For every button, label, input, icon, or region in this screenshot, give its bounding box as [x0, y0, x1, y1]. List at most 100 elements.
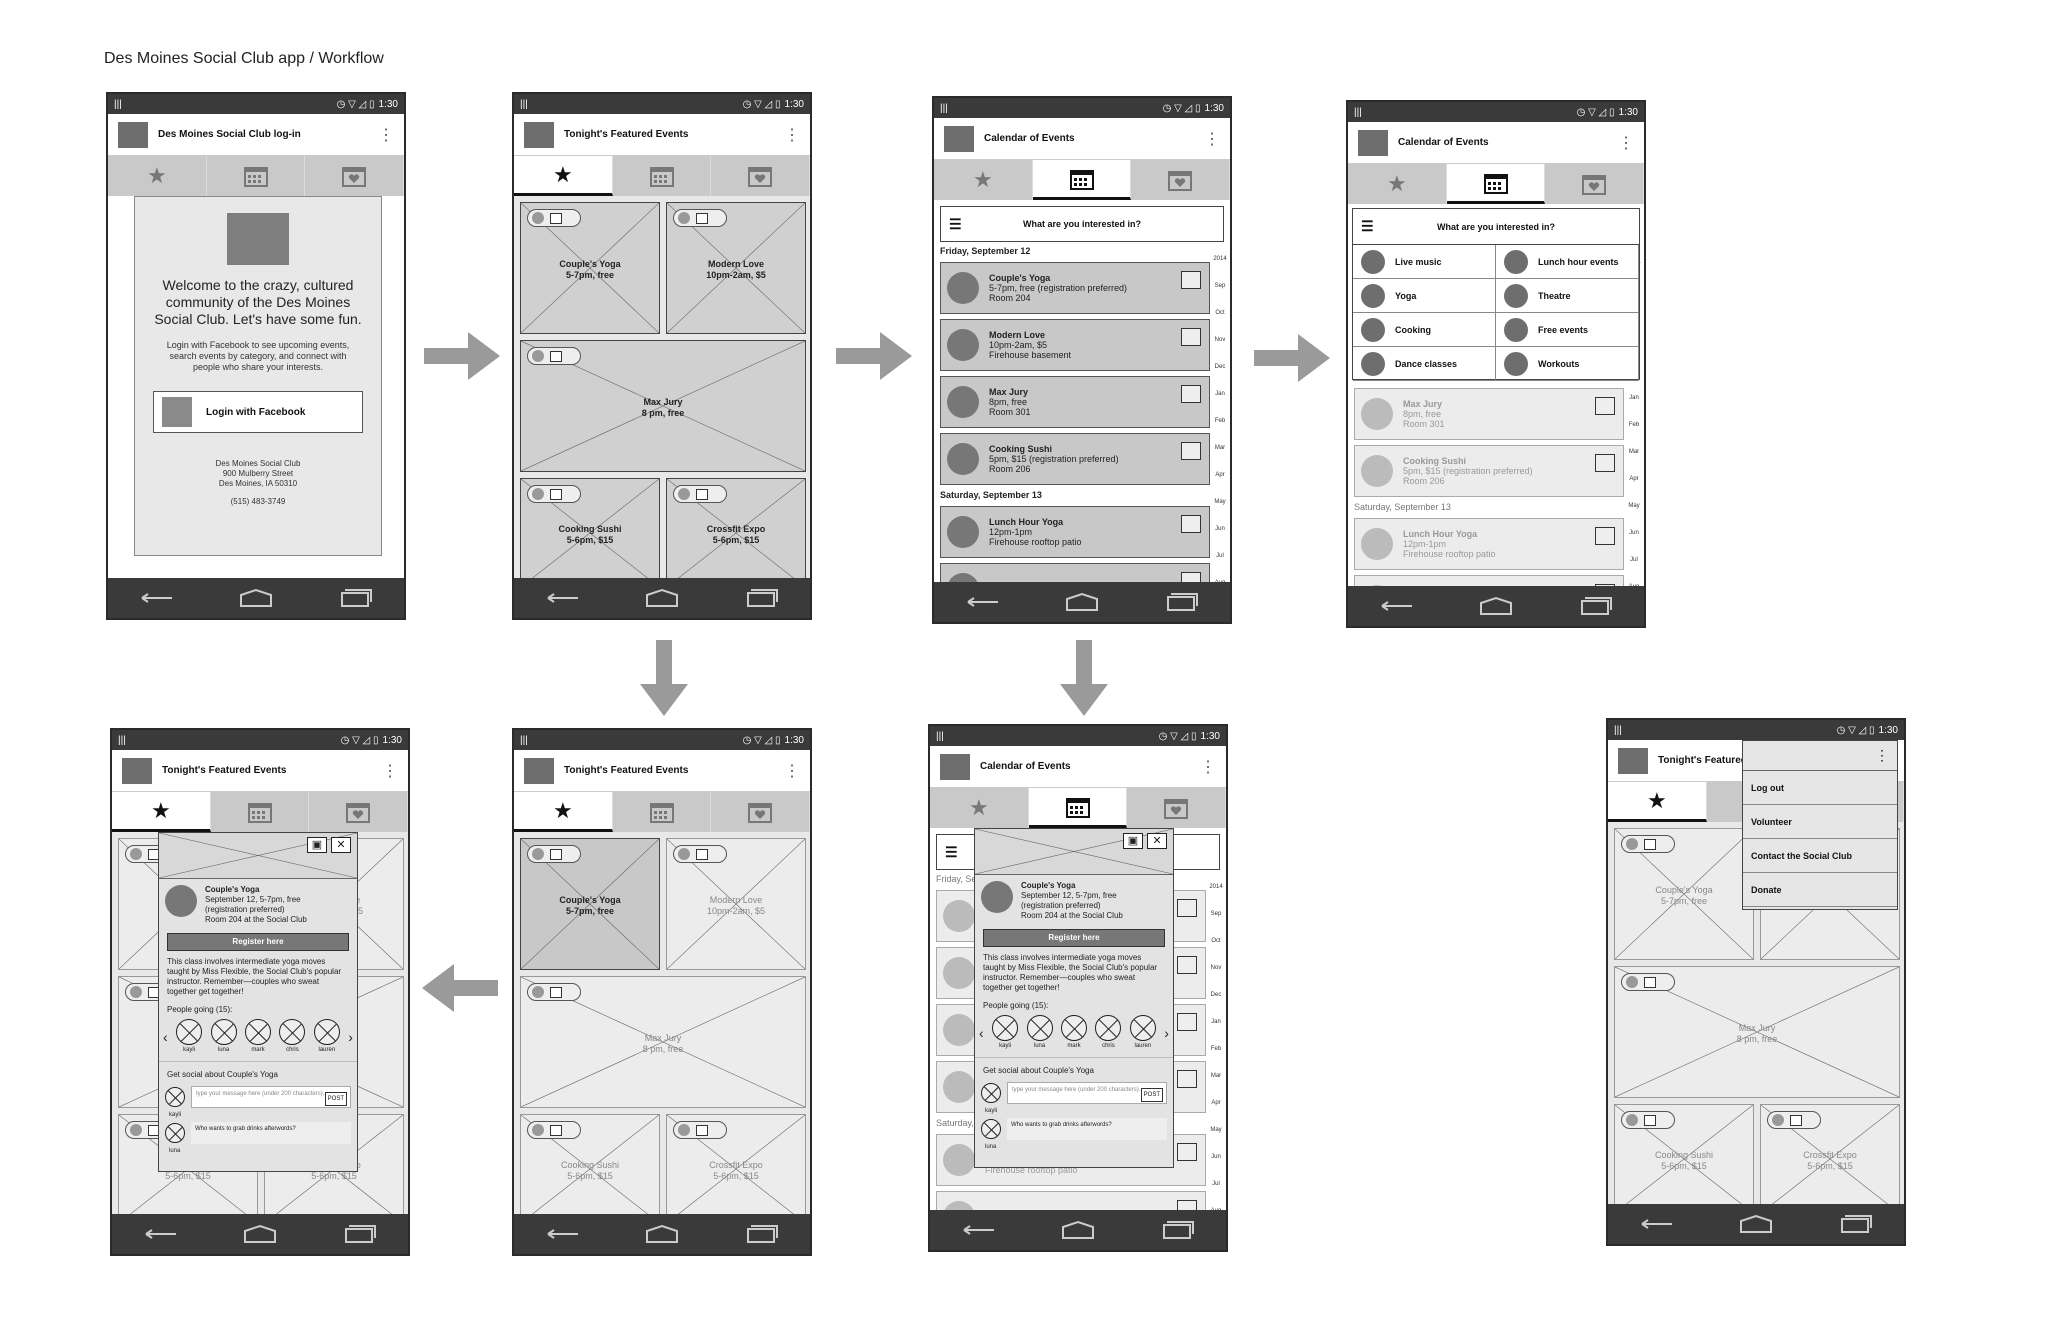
recents-icon[interactable]	[742, 1223, 780, 1245]
event-toggle[interactable]	[527, 485, 581, 503]
add-calendar-icon[interactable]	[1181, 328, 1201, 346]
event-toggle[interactable]	[673, 845, 727, 863]
recents-icon[interactable]	[340, 1223, 378, 1245]
event-toggle[interactable]	[527, 209, 581, 227]
person-avatar[interactable]: kayli	[176, 1019, 203, 1055]
tab-favorites[interactable]	[309, 792, 408, 832]
add-calendar-icon[interactable]	[1181, 572, 1201, 582]
home-icon[interactable]	[1063, 591, 1101, 613]
overflow-menu-icon[interactable]: ⋮	[1875, 747, 1889, 763]
event-tile[interactable]: Max Jury8 pm, free	[1614, 966, 1900, 1098]
person-avatar[interactable]: kayli	[992, 1015, 1019, 1051]
event-tile[interactable]: Modern Love10pm-2am, $5	[666, 202, 806, 334]
person-avatar[interactable]: mark	[1060, 1015, 1087, 1051]
tab-favorites[interactable]	[711, 792, 810, 832]
tab-featured[interactable]: ★	[1348, 164, 1447, 204]
person-avatar[interactable]: lauren	[1129, 1015, 1156, 1051]
person-avatar[interactable]: luna	[210, 1019, 237, 1055]
home-icon[interactable]	[1477, 595, 1515, 617]
add-calendar-icon[interactable]	[1595, 527, 1615, 545]
add-calendar-icon[interactable]	[1177, 1070, 1197, 1088]
add-calendar-icon[interactable]: ▣	[1123, 833, 1143, 849]
interest-search[interactable]: ☰What are you interested in?	[940, 206, 1224, 242]
tab-featured[interactable]: ★	[930, 788, 1029, 828]
home-icon[interactable]	[241, 1223, 279, 1245]
tab-calendar[interactable]	[613, 792, 712, 832]
event-toggle[interactable]	[1621, 973, 1675, 991]
event-toggle[interactable]	[1621, 1111, 1675, 1129]
tab-favorites[interactable]	[1545, 164, 1644, 204]
tab-calendar[interactable]	[211, 792, 310, 832]
add-calendar-icon[interactable]	[1177, 1143, 1197, 1161]
back-icon[interactable]	[138, 587, 176, 609]
post-button[interactable]: POST	[324, 1092, 347, 1106]
event-row[interactable]: Couple's Yoga	[940, 563, 1210, 582]
event-row[interactable]: Max Jury8pm, freeRoom 301	[940, 376, 1210, 428]
add-calendar-icon[interactable]	[1177, 1200, 1197, 1210]
event-toggle[interactable]	[527, 845, 581, 863]
tab-calendar[interactable]	[1446, 164, 1546, 204]
month-scroller[interactable]: 2014 Sep Oct Nov Dec Jan Feb Mar Apr May Jun Jul Aug	[1206, 874, 1226, 1210]
overflow-menu-icon[interactable]: ⋮	[784, 125, 800, 145]
category-option[interactable]: Theatre	[1496, 279, 1639, 313]
tab-featured[interactable]: ★	[112, 792, 211, 832]
category-option[interactable]: Workouts	[1496, 347, 1639, 381]
add-calendar-icon[interactable]	[1177, 899, 1197, 917]
event-tile[interactable]: Cooking Sushi5-6pm, $15	[1614, 1104, 1754, 1204]
back-icon[interactable]	[544, 1223, 582, 1245]
menu-item[interactable]: Contact the Social Club	[1743, 839, 1897, 873]
tab-featured[interactable]: ★	[934, 160, 1033, 200]
back-icon[interactable]	[960, 1219, 998, 1241]
tab-favorites[interactable]	[1131, 160, 1230, 200]
person-avatar[interactable]: mark	[244, 1019, 271, 1055]
category-option[interactable]: Free events	[1496, 313, 1639, 347]
overflow-menu-icon[interactable]: ⋮	[382, 761, 398, 781]
back-icon[interactable]	[544, 587, 582, 609]
recents-icon[interactable]	[336, 587, 374, 609]
chevron-right-icon[interactable]: ›	[1164, 1026, 1169, 1040]
back-icon[interactable]	[1378, 595, 1416, 617]
tab-featured[interactable]: ★	[514, 792, 613, 832]
person-avatar[interactable]: lauren	[313, 1019, 340, 1055]
home-icon[interactable]	[643, 1223, 681, 1245]
recents-icon[interactable]	[1576, 595, 1614, 617]
event-tile[interactable]: Modern Love10pm-2am, $5	[666, 838, 806, 970]
event-toggle[interactable]	[1767, 1111, 1821, 1129]
event-toggle[interactable]	[527, 983, 581, 1001]
tab-featured[interactable]: ★	[108, 156, 207, 196]
chevron-left-icon[interactable]: ‹	[163, 1030, 168, 1044]
event-tile[interactable]: Crossfit Expo5-6pm, $15	[666, 478, 806, 578]
back-icon[interactable]	[142, 1223, 180, 1245]
category-option[interactable]: Yoga	[1353, 279, 1496, 313]
category-option[interactable]: Lunch hour events	[1496, 245, 1639, 279]
register-button[interactable]: Register here	[167, 933, 349, 951]
event-toggle[interactable]	[673, 209, 727, 227]
event-tile[interactable]: Crossfit Expo5-6pm, $15	[1760, 1104, 1900, 1204]
menu-item[interactable]: Log out	[1743, 771, 1897, 805]
category-option[interactable]: Cooking	[1353, 313, 1496, 347]
recents-icon[interactable]	[1836, 1213, 1874, 1235]
event-toggle[interactable]	[673, 485, 727, 503]
overflow-menu-icon[interactable]: ⋮	[378, 125, 394, 145]
chevron-right-icon[interactable]: ›	[348, 1030, 353, 1044]
register-button[interactable]: Register here	[983, 929, 1165, 947]
recents-icon[interactable]	[742, 587, 780, 609]
event-row[interactable]: Lunch Hour Yoga12pm-1pmFirehouse rooftop…	[940, 506, 1210, 558]
event-tile[interactable]: Couple's Yoga5-7pm, free	[520, 202, 660, 334]
close-icon[interactable]: ✕	[1147, 833, 1167, 849]
add-calendar-icon[interactable]	[1181, 271, 1201, 289]
event-row[interactable]: Couple's Yoga	[936, 1191, 1206, 1210]
overflow-menu-icon[interactable]: ⋮	[1204, 129, 1220, 149]
overflow-menu-icon[interactable]: ⋮	[1618, 133, 1634, 153]
event-tile[interactable]: Couple's Yoga5-7pm, free	[520, 838, 660, 970]
event-tile[interactable]: Crossfit Expo5-6pm, $15	[666, 1114, 806, 1214]
close-icon[interactable]: ✕	[331, 837, 351, 853]
tab-featured[interactable]: ★	[1608, 782, 1707, 822]
comment-input[interactable]: type your message here (under 200 charac…	[191, 1086, 351, 1108]
home-icon[interactable]	[1059, 1219, 1097, 1241]
overflow-menu-icon[interactable]: ⋮	[1200, 757, 1216, 777]
add-calendar-icon[interactable]	[1181, 515, 1201, 533]
tab-featured[interactable]: ★	[514, 156, 613, 196]
tab-favorites[interactable]	[305, 156, 404, 196]
tab-favorites[interactable]	[711, 156, 810, 196]
